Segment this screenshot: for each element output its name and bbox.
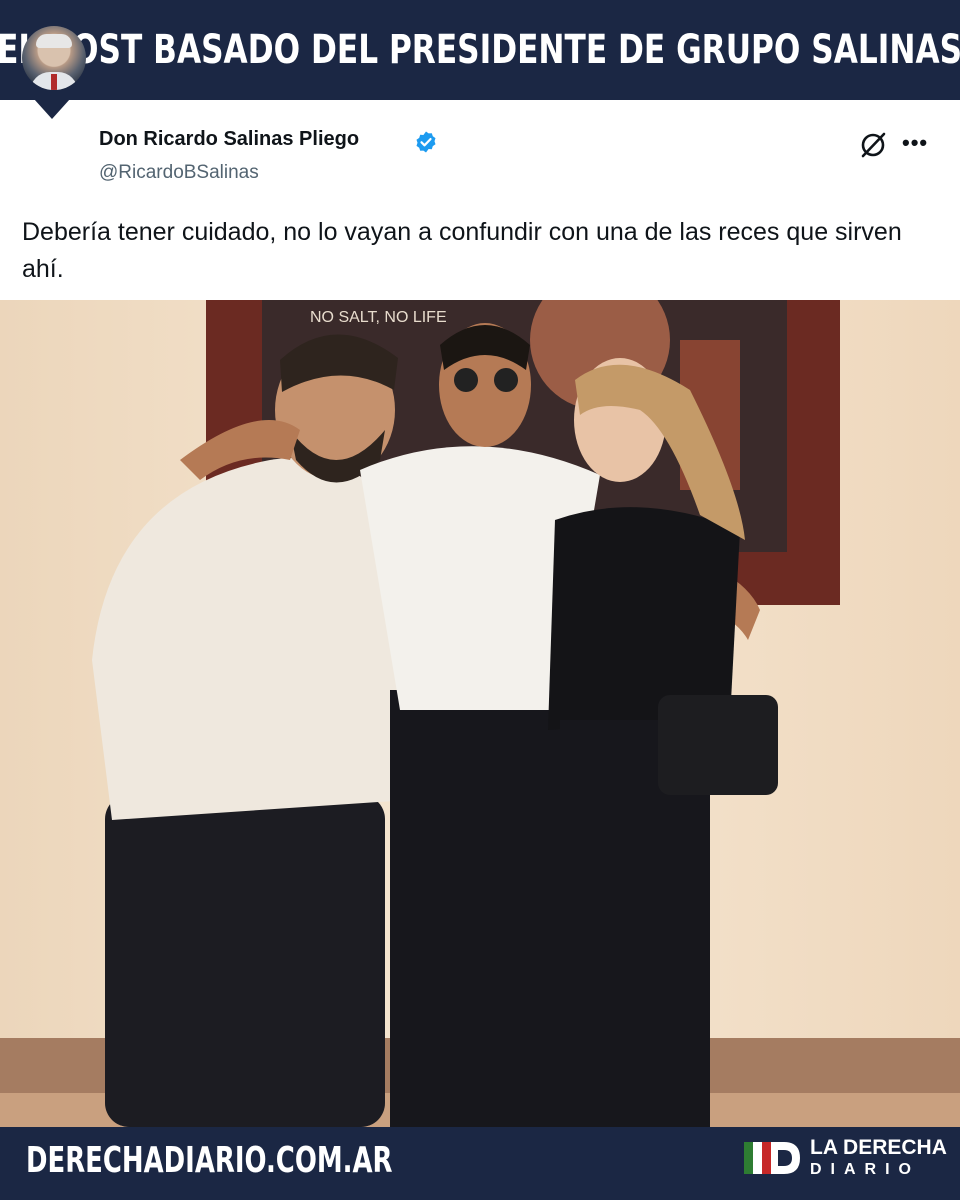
banner-pointer (34, 99, 70, 119)
author-name[interactable]: Don Ricardo Salinas Pliego (99, 128, 359, 151)
more-horizontal-icon[interactable]: ••• (902, 130, 928, 156)
author-avatar[interactable] (22, 26, 86, 90)
grok-icon[interactable] (858, 130, 888, 160)
logo-subtitle: DIARIO (810, 1161, 920, 1178)
verified-badge-icon (416, 131, 436, 153)
la-derecha-logo-icon (744, 1142, 800, 1174)
photo-illustration: NO SALT, NO LIFE (0, 300, 960, 1127)
site-url[interactable]: DERECHADIARIO.COM.AR (26, 1140, 393, 1181)
headline: EL POST BASADO DEL PRESIDENTE DE GRUPO S… (0, 27, 960, 73)
headline-banner: EL POST BASADO DEL PRESIDENTE DE GRUPO S… (0, 0, 960, 100)
svg-text:NO SALT, NO LIFE: NO SALT, NO LIFE (310, 309, 447, 326)
logo-title: LA DERECHA (810, 1136, 947, 1159)
author-handle[interactable]: @RicardoBSalinas (99, 162, 259, 184)
tweet-photo[interactable]: NO SALT, NO LIFE (0, 300, 960, 1127)
tweet-text: Debería tener cuidado, no lo vayan a con… (22, 218, 902, 283)
